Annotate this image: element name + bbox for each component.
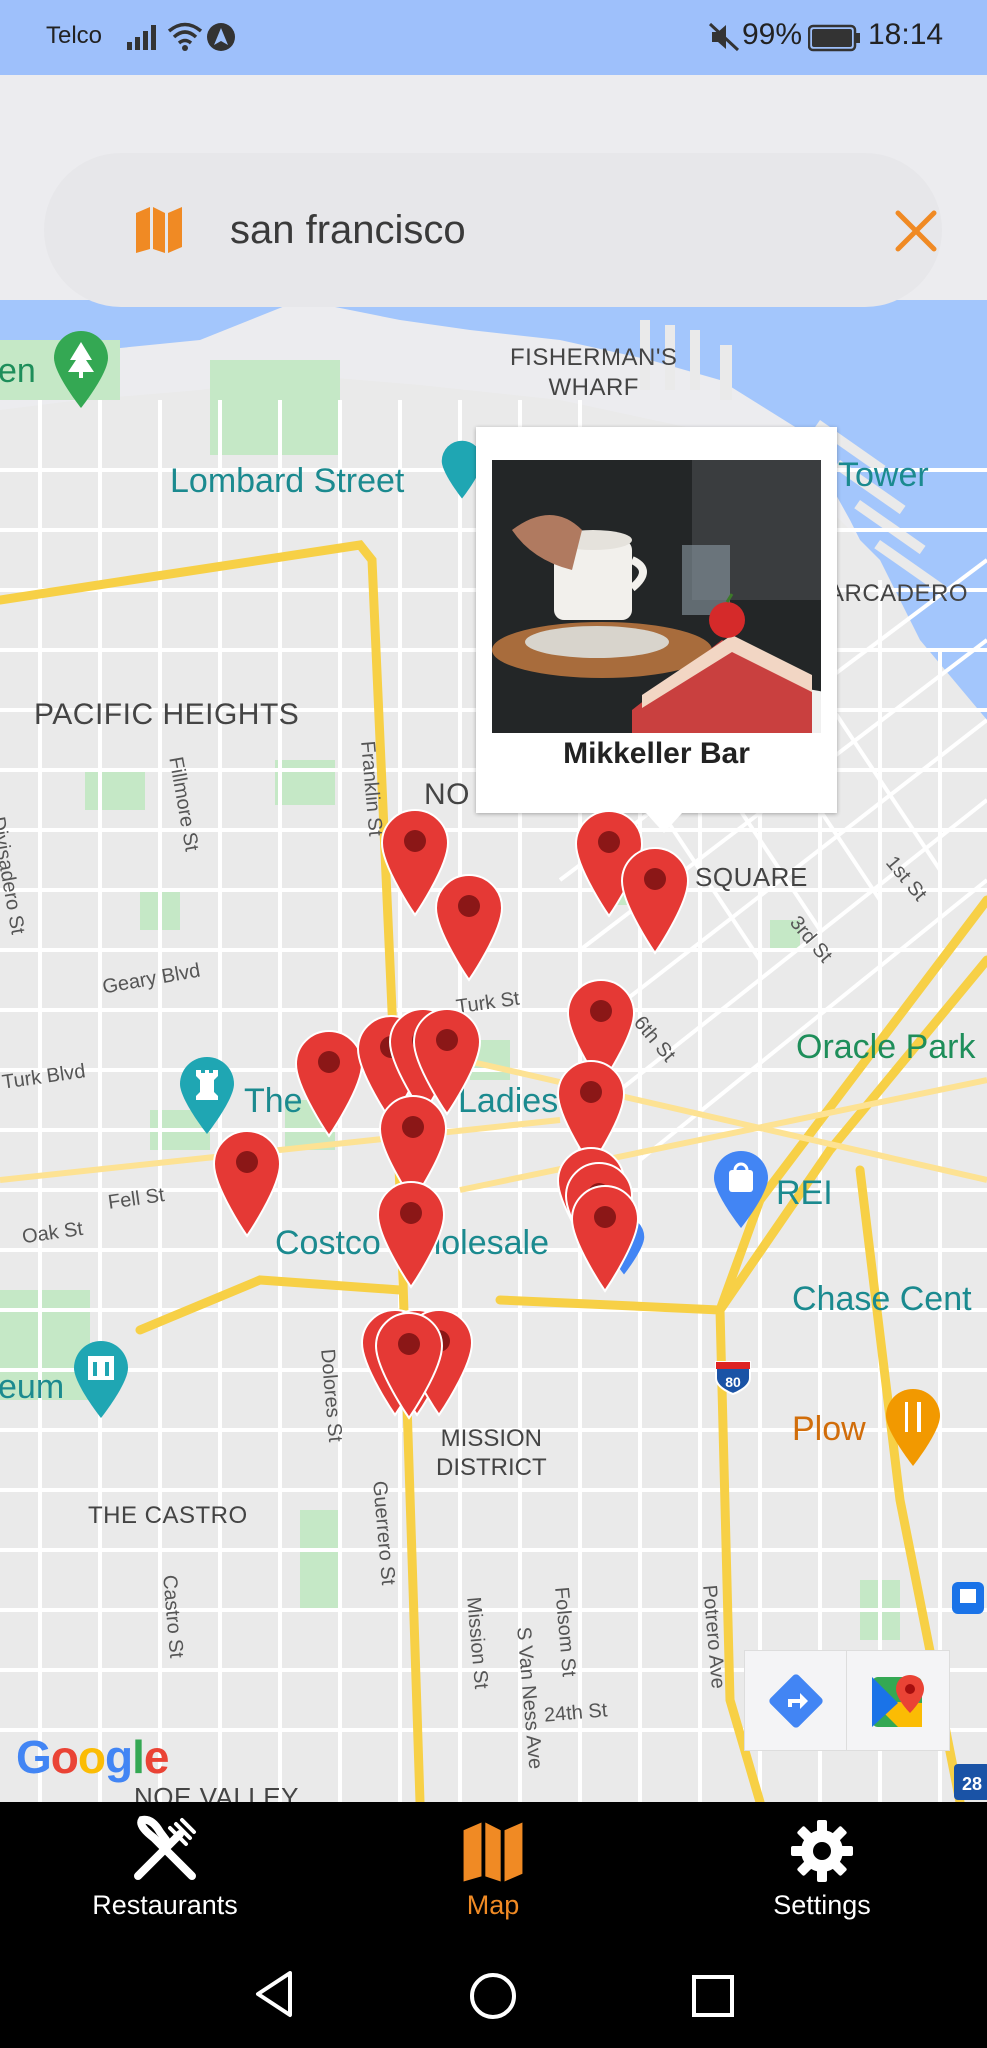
restaurant-photo xyxy=(492,460,821,733)
interstate-80-icon: 80 xyxy=(715,1361,751,1396)
route-28-icon: 28 xyxy=(954,1764,987,1800)
gear-icon xyxy=(791,1820,853,1882)
nav-label-restaurants: Restaurants xyxy=(92,1890,238,1920)
map-toolbar xyxy=(744,1650,950,1751)
restaurant-pin-icon[interactable] xyxy=(374,1310,444,1420)
castro-label: THE CASTRO xyxy=(88,1502,248,1529)
info-window[interactable]: Mikkeller Bar xyxy=(476,427,837,833)
signal-icon xyxy=(127,25,156,50)
park-left-label: en xyxy=(0,352,36,390)
nav-label-settings: Settings xyxy=(773,1890,871,1920)
home-icon[interactable] xyxy=(468,1971,518,2021)
nav-status-icon xyxy=(207,23,235,51)
nav-item-restaurants[interactable]: Restaurants xyxy=(50,1802,280,1945)
map-icon xyxy=(136,207,182,253)
open-in-maps-button[interactable] xyxy=(847,1651,949,1750)
park-icon[interactable] xyxy=(52,330,110,410)
recents-icon[interactable] xyxy=(690,1973,736,2019)
search-input[interactable] xyxy=(230,193,850,267)
info-window-title: Mikkeller Bar xyxy=(563,737,750,770)
google-logo: Google xyxy=(16,1731,169,1783)
back-icon[interactable] xyxy=(252,1969,296,2019)
search-bar xyxy=(44,153,942,307)
battery-icon xyxy=(808,24,860,52)
mission-district-label: MISSION DISTRICT xyxy=(436,1425,547,1481)
transit-icon xyxy=(952,1582,984,1614)
nav-item-settings[interactable]: Settings xyxy=(707,1802,937,1945)
chase-center-label: Chase Cent xyxy=(792,1280,972,1318)
lombard-street-label: Lombard Street xyxy=(170,462,405,500)
info-window-pointer xyxy=(646,813,682,833)
close-icon[interactable] xyxy=(888,203,944,259)
landmark-icon[interactable] xyxy=(178,1056,236,1136)
restaurant-pin-icon[interactable] xyxy=(620,845,690,955)
museum-label: eum xyxy=(0,1368,65,1406)
svg-text:28: 28 xyxy=(962,1774,982,1794)
plow-label: Plow xyxy=(792,1410,866,1448)
nav-label-map: Map xyxy=(466,1890,520,1920)
noe-valley-label: NOE VALLEY xyxy=(134,1782,299,1802)
battery-percent: 99% xyxy=(742,18,803,51)
oracle-park-label: Oracle Park xyxy=(796,1028,976,1066)
map-icon xyxy=(463,1822,523,1882)
nav-item-map[interactable]: Map xyxy=(378,1802,608,1945)
svg-text:80: 80 xyxy=(725,1374,741,1390)
museum-icon[interactable] xyxy=(72,1340,130,1420)
restaurant-pin-icon[interactable] xyxy=(212,1128,282,1238)
shopping-icon[interactable] xyxy=(712,1150,770,1230)
system-navigation-bar xyxy=(0,1945,987,2048)
restaurant-pin-icon[interactable] xyxy=(434,872,504,982)
pacific-heights-label: PACIFIC HEIGHTS xyxy=(34,698,300,731)
status-bar: Telco 99% 18:14 xyxy=(0,0,987,75)
google-maps-icon xyxy=(872,1674,924,1727)
fork-knife-icon xyxy=(134,1815,196,1880)
wifi-icon xyxy=(167,22,203,51)
bottom-navigation: Restaurants Map Settings xyxy=(0,1802,987,1945)
fishermans-wharf-label: FISHERMAN'S WHARF xyxy=(510,344,678,401)
restaurant-pin-icon[interactable] xyxy=(294,1028,364,1138)
rei-label: REI xyxy=(776,1174,833,1212)
restaurant-pin-icon[interactable] xyxy=(570,1183,640,1293)
restaurant-icon[interactable] xyxy=(884,1388,942,1468)
restaurant-pin-icon[interactable] xyxy=(376,1179,446,1289)
union-square-label: SQUARE xyxy=(695,862,808,892)
mute-icon xyxy=(708,22,740,52)
embarcadero-label: ARCADERO xyxy=(828,580,969,607)
tower-label: Tower xyxy=(838,456,929,494)
clock: 18:14 xyxy=(868,18,944,51)
carrier-name: Telco xyxy=(46,22,103,49)
directions-icon xyxy=(768,1673,823,1728)
directions-button[interactable] xyxy=(745,1651,847,1750)
